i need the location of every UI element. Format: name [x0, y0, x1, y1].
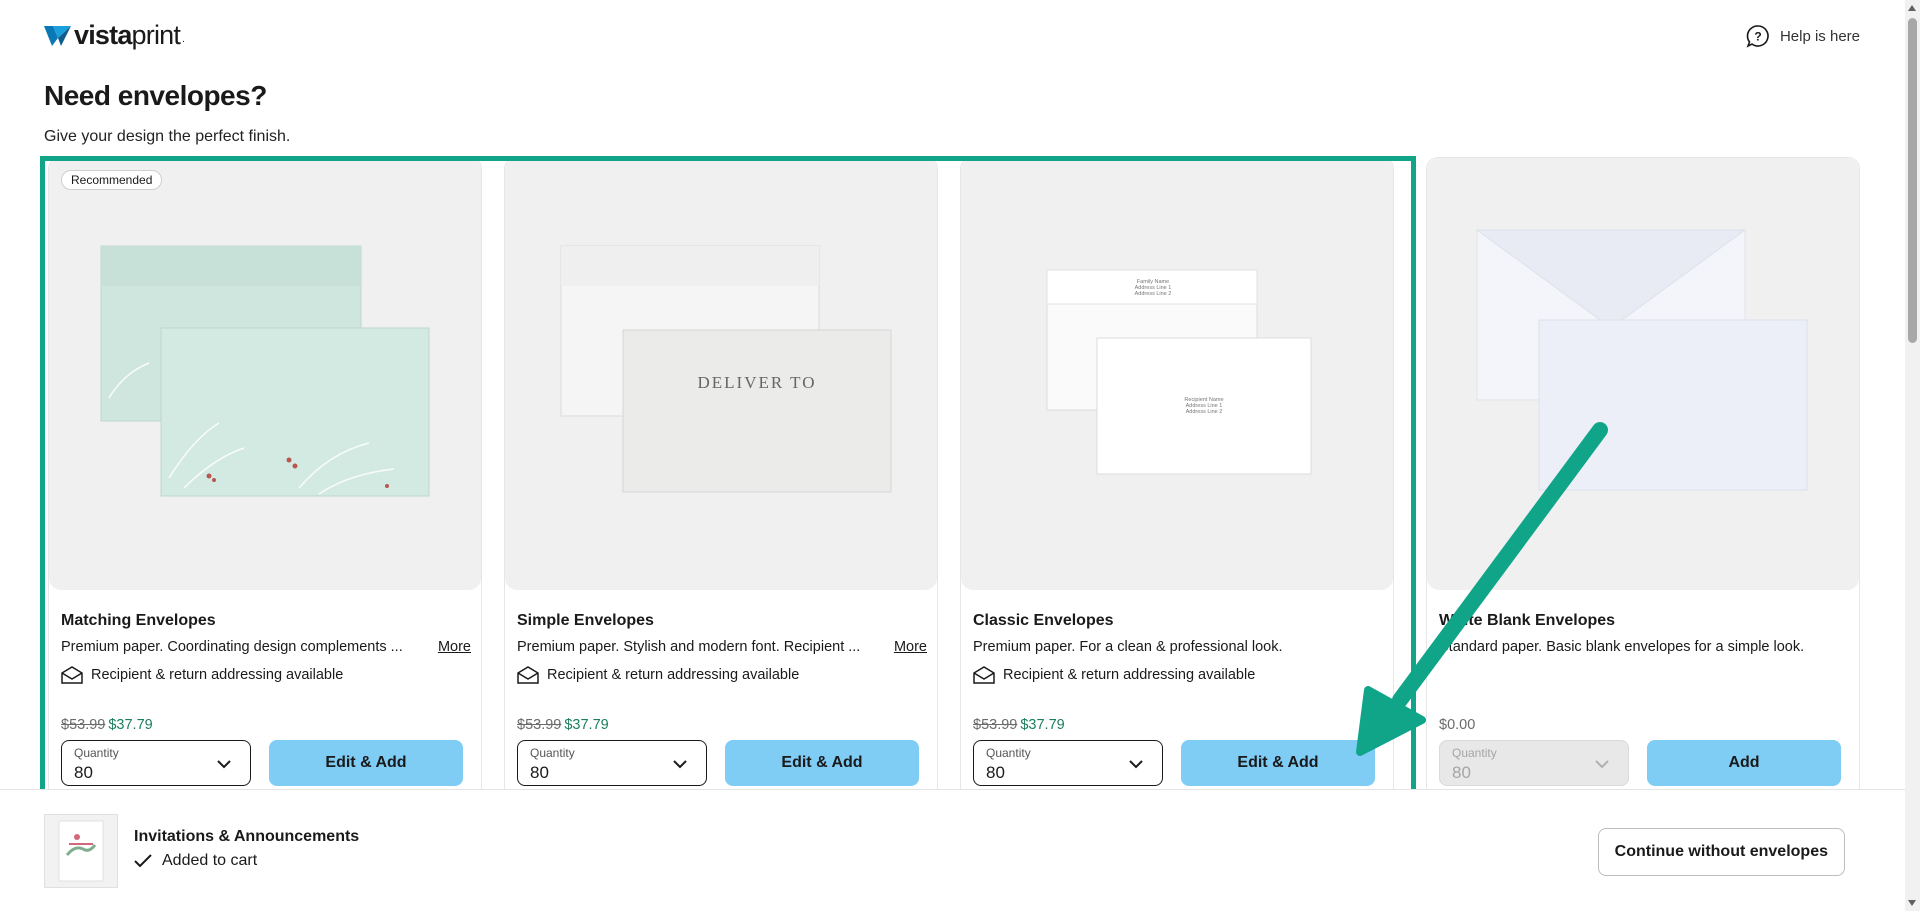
scroll-down-arrow-icon[interactable]	[1908, 900, 1916, 906]
card-title: White Blank Envelopes	[1439, 612, 1616, 629]
quantity-select[interactable]: Quantity 80	[61, 740, 251, 786]
header: vistaprint . ? Help is here	[44, 18, 1860, 58]
cart-product-title: Invitations & Announcements	[134, 828, 360, 845]
chevron-down-icon	[1129, 760, 1143, 769]
page-title: Need envelopes?	[44, 80, 267, 111]
quantity-value: 80	[74, 763, 93, 782]
card-title: Classic Envelopes	[973, 612, 1114, 629]
cart-status-label: Added to cart	[162, 852, 258, 869]
card-description: Standard paper. Basic blank envelopes fo…	[1439, 639, 1805, 655]
add-button[interactable]: Add	[1647, 740, 1841, 786]
logo-registered-mark: .	[182, 34, 185, 45]
price-sale: $37.79	[1020, 717, 1065, 733]
price: $0.00	[1439, 717, 1475, 733]
scroll-up-arrow-icon[interactable]	[1908, 5, 1916, 11]
price-sale: $37.79	[108, 717, 153, 733]
envelope-open-icon	[517, 666, 539, 684]
help-chat-icon: ?	[1746, 24, 1770, 48]
price-original: $53.99	[973, 717, 1018, 733]
svg-text:?: ?	[1754, 30, 1761, 44]
edit-and-add-button[interactable]: Edit & Add	[1181, 740, 1375, 786]
more-link[interactable]: More	[894, 639, 927, 655]
envelope-card-matching[interactable]: Recommended Matching Envelopes Premium p…	[48, 157, 482, 799]
quantity-label: Quantity	[530, 746, 575, 760]
addressing-feature: Recipient & return addressing available	[517, 666, 799, 684]
price-value: $0.00	[1439, 717, 1476, 733]
envelope-image-classic: Family Name Address Line 1 Address Line …	[961, 158, 1393, 590]
quantity-select[interactable]: Quantity 80	[517, 740, 707, 786]
quantity-label: Quantity	[74, 746, 119, 760]
cart-footer: Invitations & Announcements Added to car…	[0, 789, 1905, 912]
price: $53.99 $37.79	[973, 717, 1065, 733]
envelope-image-matching: Recommended	[49, 158, 481, 590]
quantity-value: 80	[986, 763, 1005, 782]
scrollbar-thumb[interactable]	[1908, 18, 1917, 343]
cart-status: Added to cart	[134, 852, 257, 870]
return-address-line: Address Line 2	[1135, 291, 1172, 297]
price-original: $53.99	[61, 717, 106, 733]
checkmark-icon	[134, 854, 152, 868]
recipient-address-line: Address Line 2	[1186, 409, 1223, 415]
envelope-card-white-blank[interactable]: White Blank Envelopes Standard paper. Ba…	[1426, 157, 1860, 799]
chevron-down-icon	[1595, 760, 1609, 769]
price-sale: $37.79	[564, 717, 609, 733]
page-scrollbar[interactable]	[1905, 0, 1920, 911]
price: $53.99 $37.79	[61, 717, 153, 733]
product-thumbnail	[44, 814, 118, 888]
card-title: Matching Envelopes	[61, 612, 216, 629]
quantity-value: 80	[530, 763, 549, 782]
page-subtitle: Give your design the perfect finish.	[44, 128, 291, 145]
card-description: Premium paper. Stylish and modern font. …	[517, 639, 927, 655]
quantity-label: Quantity	[1452, 746, 1497, 760]
help-link[interactable]: ? Help is here	[1746, 24, 1860, 48]
card-title: Simple Envelopes	[517, 612, 654, 629]
feature-label: Recipient & return addressing available	[547, 667, 800, 683]
edit-and-add-button[interactable]: Edit & Add	[725, 740, 919, 786]
feature-label: Recipient & return addressing available	[1003, 667, 1256, 683]
card-description: Premium paper. Coordinating design compl…	[61, 639, 471, 655]
edit-and-add-button[interactable]: Edit & Add	[269, 740, 463, 786]
envelope-delivery-text: DELIVER TO	[697, 373, 816, 392]
quantity-label: Quantity	[986, 746, 1031, 760]
envelope-card-simple[interactable]: DELIVER TO Simple Envelopes Premium pape…	[504, 157, 938, 799]
card-description: Premium paper. For a clean & professiona…	[973, 639, 1283, 655]
price: $53.99 $37.79	[517, 717, 609, 733]
quantity-value: 80	[1452, 763, 1471, 782]
addressing-feature: Recipient & return addressing available	[61, 666, 343, 684]
envelope-card-classic[interactable]: Family Name Address Line 1 Address Line …	[960, 157, 1394, 799]
envelope-open-icon	[973, 666, 995, 684]
price-original: $53.99	[517, 717, 562, 733]
envelope-image-white-blank	[1427, 158, 1859, 590]
feature-label: Recipient & return addressing available	[91, 667, 344, 683]
help-label: Help is here	[1779, 27, 1860, 45]
more-link[interactable]: More	[438, 639, 471, 655]
continue-without-envelopes-button[interactable]: Continue without envelopes	[1597, 828, 1845, 876]
logo-text: vistaprint	[74, 20, 181, 50]
envelope-open-icon	[61, 666, 83, 684]
recommended-badge: Recommended	[61, 170, 163, 190]
vistaprint-logo[interactable]: vistaprint .	[44, 20, 185, 51]
logo-mark-icon	[44, 25, 71, 46]
quantity-select[interactable]: Quantity 80	[973, 740, 1163, 786]
quantity-select[interactable]: Quantity 80	[1439, 740, 1629, 786]
chevron-down-icon	[673, 760, 687, 769]
chevron-down-icon	[217, 760, 231, 769]
addressing-feature: Recipient & return addressing available	[973, 666, 1255, 684]
envelope-image-simple: DELIVER TO	[505, 158, 937, 590]
